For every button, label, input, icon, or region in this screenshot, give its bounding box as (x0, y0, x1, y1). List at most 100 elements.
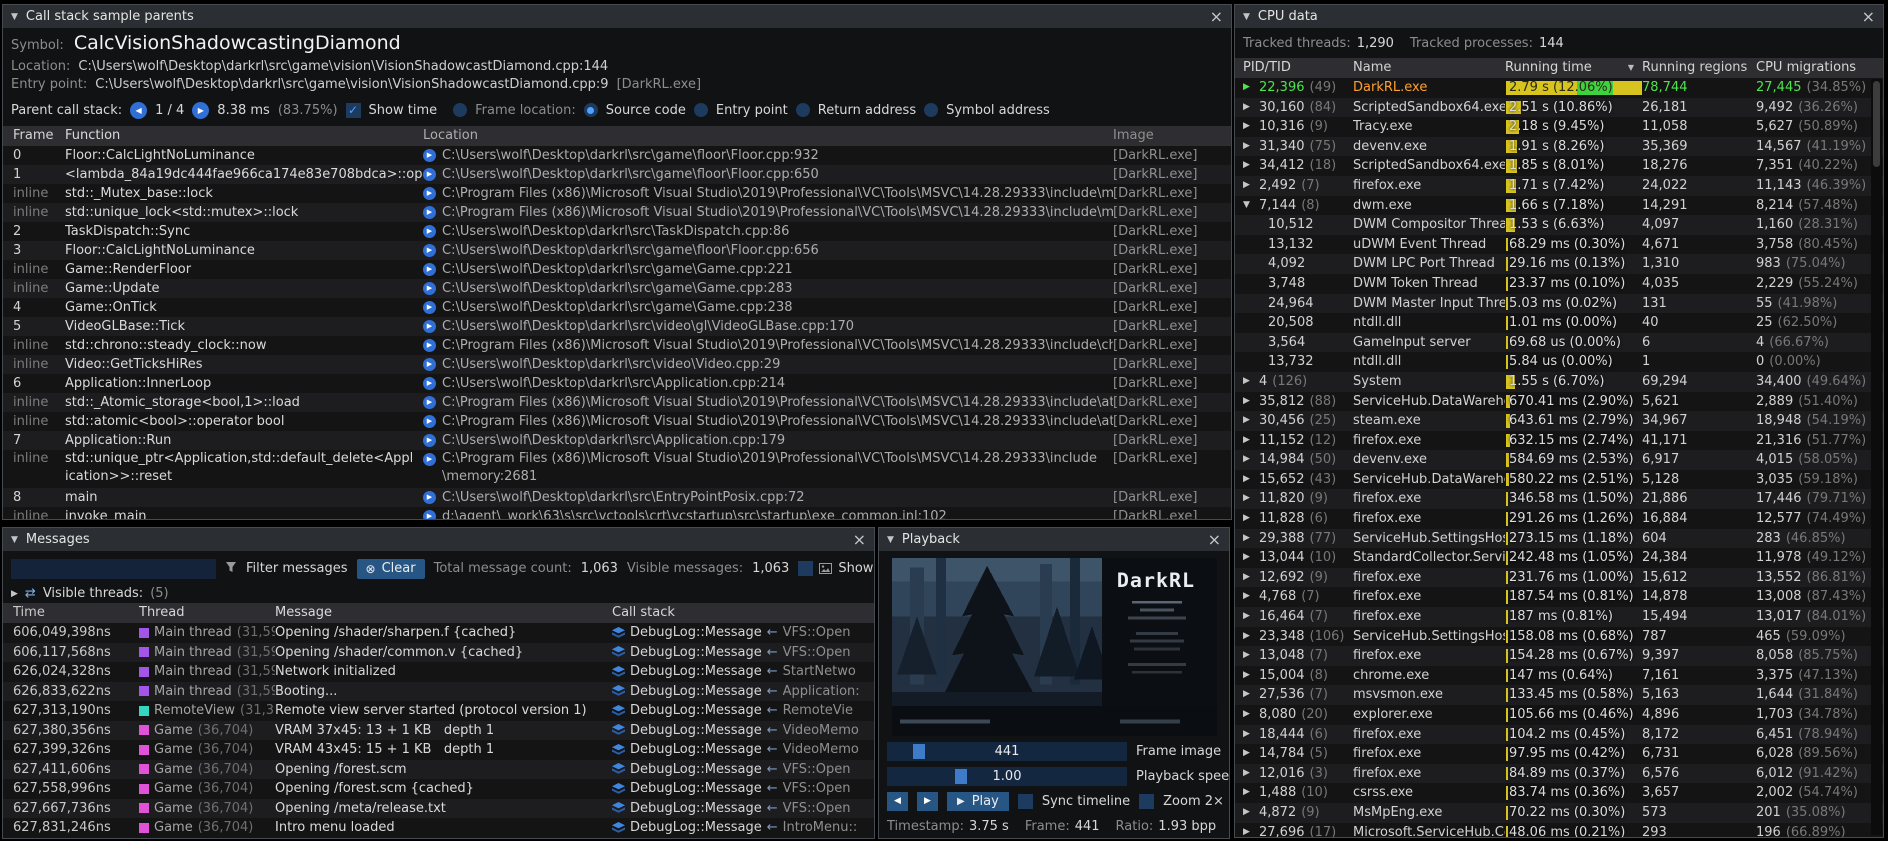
cpu-process-row[interactable]: ▶16,464(7)firefox.exe187 ms (0.81%)15,49… (1235, 607, 1883, 627)
message-callstack-cell[interactable]: DebugLog::Message←VFS::Open (612, 779, 874, 799)
clear-button[interactable]: ⊗Clear (357, 559, 425, 579)
cpu-process-row[interactable]: ▶35,812(88)ServiceHub.DataWareho670.41 m… (1235, 392, 1883, 412)
callstack-table-row[interactable]: 5VideoGLBase::Tick▶C:\Users\wolf\Desktop… (3, 317, 1231, 336)
cpu-process-row[interactable]: 3,748DWM Token Thread23.37 ms (0.10%)4,0… (1235, 274, 1883, 294)
cpu-process-row[interactable]: ▶18,444(6)firefox.exe104.2 ms (0.45%)8,1… (1235, 725, 1883, 745)
callstack-table-row[interactable]: inlineGame::RenderFloor▶C:\Users\wolf\De… (3, 260, 1231, 279)
cpu-process-row[interactable]: ▶8,080(20)explorer.exe105.66 ms (0.46%)4… (1235, 705, 1883, 725)
cpu-process-row[interactable]: 13,132uDWM Event Thread68.29 ms (0.30%)4… (1235, 235, 1883, 255)
frame-image-slider[interactable]: 441 (887, 742, 1127, 761)
cpu-process-row[interactable]: ▶12,016(3)firefox.exe84.89 ms (0.37%)6,5… (1235, 764, 1883, 784)
callstack-table-row[interactable]: 3Floor::CalcLightNoLuminance▶C:\Users\wo… (3, 241, 1231, 260)
source-link-icon[interactable]: ▶ (423, 301, 436, 314)
cpu-process-row[interactable]: ▶14,984(50)devenv.exe584.69 ms (2.53%)6,… (1235, 450, 1883, 470)
col-pid-tid[interactable]: PID/TID (1243, 58, 1353, 78)
message-callstack-cell[interactable]: DebugLog::Message←Application: (612, 682, 874, 702)
col-time[interactable]: Time (13, 603, 139, 623)
source-link-icon[interactable]: ▶ (423, 396, 436, 409)
cpu-process-row[interactable]: 10,512DWM Compositor Threa1.53 s (6.63%)… (1235, 215, 1883, 235)
col-function[interactable]: Function (65, 126, 423, 146)
next-parent-button[interactable]: ▶ (192, 102, 209, 119)
expand-closed-icon[interactable]: ▶ (1243, 627, 1254, 647)
expand-closed-icon[interactable]: ▶ (1243, 823, 1254, 837)
col-running-time[interactable]: Running time▼ (1505, 58, 1642, 78)
cpu-process-row[interactable]: ▶22,396(49)DarkRL.exe2.79 s (12.06%)78,7… (1235, 78, 1883, 98)
close-icon[interactable]: × (1862, 5, 1875, 28)
cpu-process-row[interactable]: ▶4,768(7)firefox.exe187.54 ms (0.81%)14,… (1235, 587, 1883, 607)
message-row[interactable]: 627,667,736nsGame(36,704)Opening /meta/r… (3, 799, 874, 819)
cpu-process-row[interactable]: 20,508ntdll.dll1.01 ms (0.00%)4025(62.50… (1235, 313, 1883, 333)
expand-closed-icon[interactable]: ▶ (1243, 156, 1254, 176)
col-message[interactable]: Message (275, 603, 612, 623)
expand-closed-icon[interactable]: ▶ (1243, 117, 1254, 137)
source-link-icon[interactable]: ▶ (423, 168, 436, 181)
source-link-icon[interactable]: ▶ (423, 187, 436, 200)
cpu-process-row[interactable]: ▶27,536(7)msvsmon.exe133.45 ms (0.58%)5,… (1235, 685, 1883, 705)
cpu-process-row[interactable]: ▶2,492(7)firefox.exe1.71 s (7.42%)24,022… (1235, 176, 1883, 196)
cpu-process-row[interactable]: ▶13,044(10)StandardCollector.Servic242.4… (1235, 548, 1883, 568)
cpu-process-row[interactable]: ▶23,348(106)ServiceHub.SettingsHost158.0… (1235, 627, 1883, 647)
cpu-process-row[interactable]: ▶11,820(9)firefox.exe346.58 ms (1.50%)21… (1235, 489, 1883, 509)
expand-closed-icon[interactable]: ▶ (1243, 392, 1254, 412)
source-link-icon[interactable]: ▶ (423, 206, 436, 219)
message-row[interactable]: 606,117,568nsMain thread(31,596)Opening … (3, 643, 874, 663)
collapse-arrow-icon[interactable]: ▼ (887, 535, 894, 545)
collapse-arrow-icon[interactable]: ▼ (11, 535, 18, 545)
callstack-table-row[interactable]: 1<lambda_84a19dc444fae966ca174e83e708bdc… (3, 165, 1231, 184)
expand-closed-icon[interactable]: ▶ (1243, 587, 1254, 607)
expand-closed-icon[interactable]: ▶ (1243, 548, 1254, 568)
playback-speed-slider[interactable]: 1.00 (887, 767, 1127, 786)
message-callstack-cell[interactable]: DebugLog::Message←VideoMemo (612, 740, 874, 760)
col-thread[interactable]: Thread (139, 603, 275, 623)
message-filter-input[interactable] (11, 559, 216, 579)
expand-closed-icon[interactable]: ▶ (1243, 685, 1254, 705)
source-link-icon[interactable]: ▶ (423, 320, 436, 333)
source-link-icon[interactable]: ▶ (423, 263, 436, 276)
expand-closed-icon[interactable]: ▶ (1243, 176, 1254, 196)
cpu-process-row[interactable]: ▶30,456(25)steam.exe643.61 ms (2.79%)34,… (1235, 411, 1883, 431)
source-link-icon[interactable]: ▶ (423, 282, 436, 295)
message-row[interactable]: 627,411,606nsGame(36,704)Opening /forest… (3, 760, 874, 780)
callstack-table-row[interactable]: inlinestd::atomic<bool>::operator bool▶C… (3, 412, 1231, 431)
show-time-checkbox[interactable]: ✓ (346, 103, 361, 118)
source-link-icon[interactable]: ▶ (423, 491, 436, 504)
col-image[interactable]: Image (1113, 126, 1231, 146)
cpu-process-row[interactable]: ▶15,652(43)ServiceHub.DataWareho580.22 m… (1235, 470, 1883, 490)
callstack-table-row[interactable]: 0Floor::CalcLightNoLuminance▶C:\Users\wo… (3, 146, 1231, 165)
expand-closed-icon[interactable]: ▶ (1243, 411, 1254, 431)
expand-closed-icon[interactable]: ▶ (1243, 607, 1254, 627)
col-location[interactable]: Location (423, 126, 1113, 146)
expand-closed-icon[interactable]: ▶ (1243, 98, 1254, 118)
sort-descending-icon[interactable]: ▼ (1628, 58, 1634, 78)
cpu-titlebar[interactable]: ▼ CPU data × (1235, 5, 1883, 28)
source-link-icon[interactable]: ▶ (423, 149, 436, 162)
col-cpu-migrations[interactable]: CPU migrations (1756, 58, 1870, 78)
expand-closed-icon[interactable]: ▶ (1243, 450, 1254, 470)
source-link-icon[interactable]: ▶ (423, 434, 436, 447)
message-row[interactable]: 626,024,328nsMain thread(31,596)Network … (3, 662, 874, 682)
expand-closed-icon[interactable]: ▶ (1243, 470, 1254, 490)
playback-titlebar[interactable]: ▼ Playback × (879, 528, 1229, 551)
callstack-table-row[interactable]: inlineVideo::GetTicksHiRes▶C:\Users\wolf… (3, 355, 1231, 374)
cpu-process-row[interactable]: ▶15,004(8)chrome.exe147 ms (0.64%)7,1613… (1235, 666, 1883, 686)
source-link-icon[interactable]: ▶ (423, 244, 436, 257)
close-icon[interactable]: × (1210, 5, 1223, 28)
source-link-icon[interactable]: ▶ (423, 358, 436, 371)
frame-next-button[interactable]: ▶ (917, 792, 938, 811)
cpu-process-row[interactable]: ▼7,144(8)dwm.exe1.66 s (7.18%)14,2918,21… (1235, 196, 1883, 216)
entry-point-radio[interactable] (694, 103, 708, 117)
expand-closed-icon[interactable]: ▶ (1243, 529, 1254, 549)
source-code-radio[interactable] (584, 103, 598, 117)
message-callstack-cell[interactable]: DebugLog::Message←StartNetwo (612, 662, 874, 682)
expand-closed-icon[interactable]: ▶ (1243, 646, 1254, 666)
play-button[interactable]: ▶Play (947, 792, 1009, 811)
cpu-process-row[interactable]: ▶14,784(5)firefox.exe97.95 ms (0.42%)6,7… (1235, 744, 1883, 764)
messages-titlebar[interactable]: ▼ Messages × (3, 528, 874, 551)
expand-closed-icon[interactable]: ▶ (1243, 568, 1254, 588)
cpu-process-row[interactable]: ▶11,828(6)firefox.exe291.26 ms (1.26%)16… (1235, 509, 1883, 529)
frame-prev-button[interactable]: ◀ (887, 792, 908, 811)
col-name[interactable]: Name (1353, 58, 1505, 78)
expand-closed-icon[interactable]: ▶ (1243, 725, 1254, 745)
expand-closed-icon[interactable]: ▶ (1243, 764, 1254, 784)
expand-closed-icon[interactable]: ▶ (1243, 783, 1254, 803)
